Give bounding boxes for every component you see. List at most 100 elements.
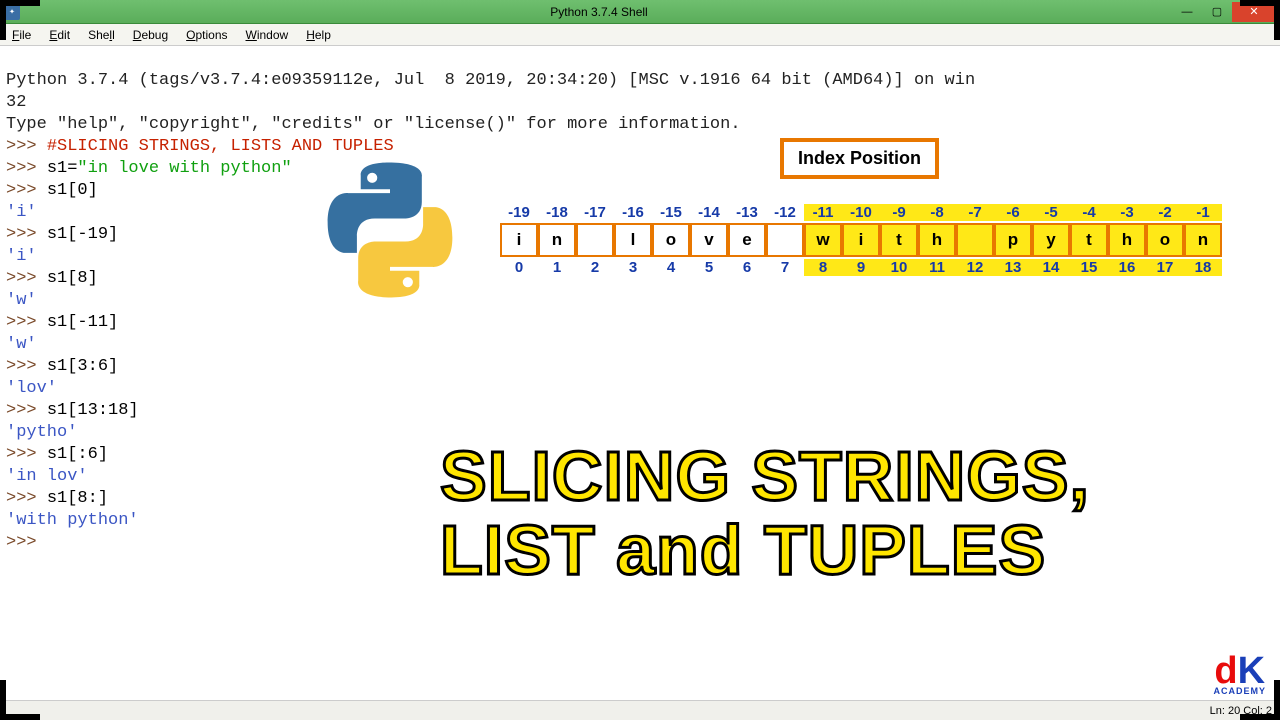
prompt: >>> [6, 357, 47, 376]
output: 'pytho' [6, 423, 77, 442]
index-title: Index Position [780, 138, 939, 179]
pos-index-cell: 3 [614, 259, 652, 276]
prompt: >>> [6, 159, 47, 178]
banner-line: Python 3.7.4 (tags/v3.7.4:e09359112e, Ju… [6, 71, 975, 90]
prompt: >>> [6, 313, 47, 332]
pos-index-cell: 0 [500, 259, 538, 276]
pos-index-cell: 8 [804, 259, 842, 276]
index-diagram: Index Position -19-18-17-16-15-14-13-12-… [500, 204, 1222, 276]
pos-index-cell: 16 [1108, 259, 1146, 276]
char-cell: n [1184, 223, 1222, 257]
pos-index-cell: 7 [766, 259, 804, 276]
prompt: >>> [6, 137, 47, 156]
pos-index-cell: 18 [1184, 259, 1222, 276]
char-row: in love with python [500, 223, 1222, 257]
neg-index-cell: -3 [1108, 204, 1146, 221]
neg-index-cell: -5 [1032, 204, 1070, 221]
neg-index-cell: -12 [766, 204, 804, 221]
output: 'w' [6, 335, 37, 354]
neg-index-cell: -10 [842, 204, 880, 221]
code: s1[13:18] [47, 401, 139, 420]
pos-index-cell: 1 [538, 259, 576, 276]
char-cell: i [500, 223, 538, 257]
code: s1[0] [47, 181, 98, 200]
neg-index-cell: -1 [1184, 204, 1222, 221]
output: 'lov' [6, 379, 57, 398]
minimize-button[interactable]: — [1172, 2, 1202, 22]
pos-index-cell: 13 [994, 259, 1032, 276]
prompt: >>> [6, 269, 47, 288]
prompt: >>> [6, 181, 47, 200]
char-cell: y [1032, 223, 1070, 257]
char-cell: o [1146, 223, 1184, 257]
frame-corner [1240, 0, 1280, 40]
thumbnail-title-line1: SLICING STRINGS, [440, 440, 1090, 514]
code: s1[8] [47, 269, 98, 288]
neg-index-cell: -15 [652, 204, 690, 221]
char-cell: p [994, 223, 1032, 257]
pos-index-cell: 9 [842, 259, 880, 276]
frame-corner [0, 0, 40, 40]
pos-index-cell: 15 [1070, 259, 1108, 276]
menu-shell[interactable]: Shell [80, 26, 123, 44]
output: 'i' [6, 203, 37, 222]
statusbar: Ln: 20 Col: 2 [0, 700, 1280, 720]
prompt: >>> [6, 533, 47, 552]
neg-index-cell: -16 [614, 204, 652, 221]
window-titlebar: ✦ Python 3.7.4 Shell — ▢ ✕ [0, 0, 1280, 24]
neg-index-cell: -19 [500, 204, 538, 221]
prompt: >>> [6, 489, 47, 508]
pos-index-cell: 12 [956, 259, 994, 276]
code: s1[-19] [47, 225, 118, 244]
menu-window[interactable]: Window [238, 26, 297, 44]
thumbnail-title-line2: LIST and TUPLES [440, 514, 1090, 588]
neg-index-cell: -17 [576, 204, 614, 221]
negative-index-row: -19-18-17-16-15-14-13-12-11-10-9-8-7-6-5… [500, 204, 1222, 221]
char-cell: o [652, 223, 690, 257]
pos-index-cell: 10 [880, 259, 918, 276]
frame-corner [1240, 680, 1280, 720]
char-cell: i [842, 223, 880, 257]
char-cell: t [880, 223, 918, 257]
maximize-button[interactable]: ▢ [1202, 2, 1232, 22]
char-cell: e [728, 223, 766, 257]
char-cell: h [1108, 223, 1146, 257]
menu-help[interactable]: Help [298, 26, 339, 44]
char-cell [956, 223, 994, 257]
pos-index-cell: 11 [918, 259, 956, 276]
menubar: File Edit Shell Debug Options Window Hel… [0, 24, 1280, 46]
code: s1[:6] [47, 445, 108, 464]
menu-debug[interactable]: Debug [125, 26, 176, 44]
code: s1= [47, 159, 78, 178]
pos-index-cell: 17 [1146, 259, 1184, 276]
neg-index-cell: -11 [804, 204, 842, 221]
neg-index-cell: -14 [690, 204, 728, 221]
char-cell [576, 223, 614, 257]
neg-index-cell: -8 [918, 204, 956, 221]
output: 'in lov' [6, 467, 88, 486]
code: s1[8:] [47, 489, 108, 508]
code: s1[-11] [47, 313, 118, 332]
neg-index-cell: -9 [880, 204, 918, 221]
pos-index-cell: 14 [1032, 259, 1070, 276]
char-cell: l [614, 223, 652, 257]
prompt: >>> [6, 445, 47, 464]
pos-index-cell: 5 [690, 259, 728, 276]
menu-edit[interactable]: Edit [41, 26, 78, 44]
char-cell [766, 223, 804, 257]
output: 'with python' [6, 511, 139, 530]
neg-index-cell: -13 [728, 204, 766, 221]
pos-index-cell: 2 [576, 259, 614, 276]
neg-index-cell: -6 [994, 204, 1032, 221]
char-cell: t [1070, 223, 1108, 257]
prompt: >>> [6, 225, 47, 244]
char-cell: v [690, 223, 728, 257]
pos-index-cell: 6 [728, 259, 766, 276]
neg-index-cell: -7 [956, 204, 994, 221]
menu-options[interactable]: Options [178, 26, 235, 44]
code: s1[3:6] [47, 357, 118, 376]
pos-index-cell: 4 [652, 259, 690, 276]
string: "in love with python" [77, 159, 291, 178]
positive-index-row: 0123456789101112131415161718 [500, 259, 1222, 276]
banner-line: 32 [6, 93, 26, 112]
